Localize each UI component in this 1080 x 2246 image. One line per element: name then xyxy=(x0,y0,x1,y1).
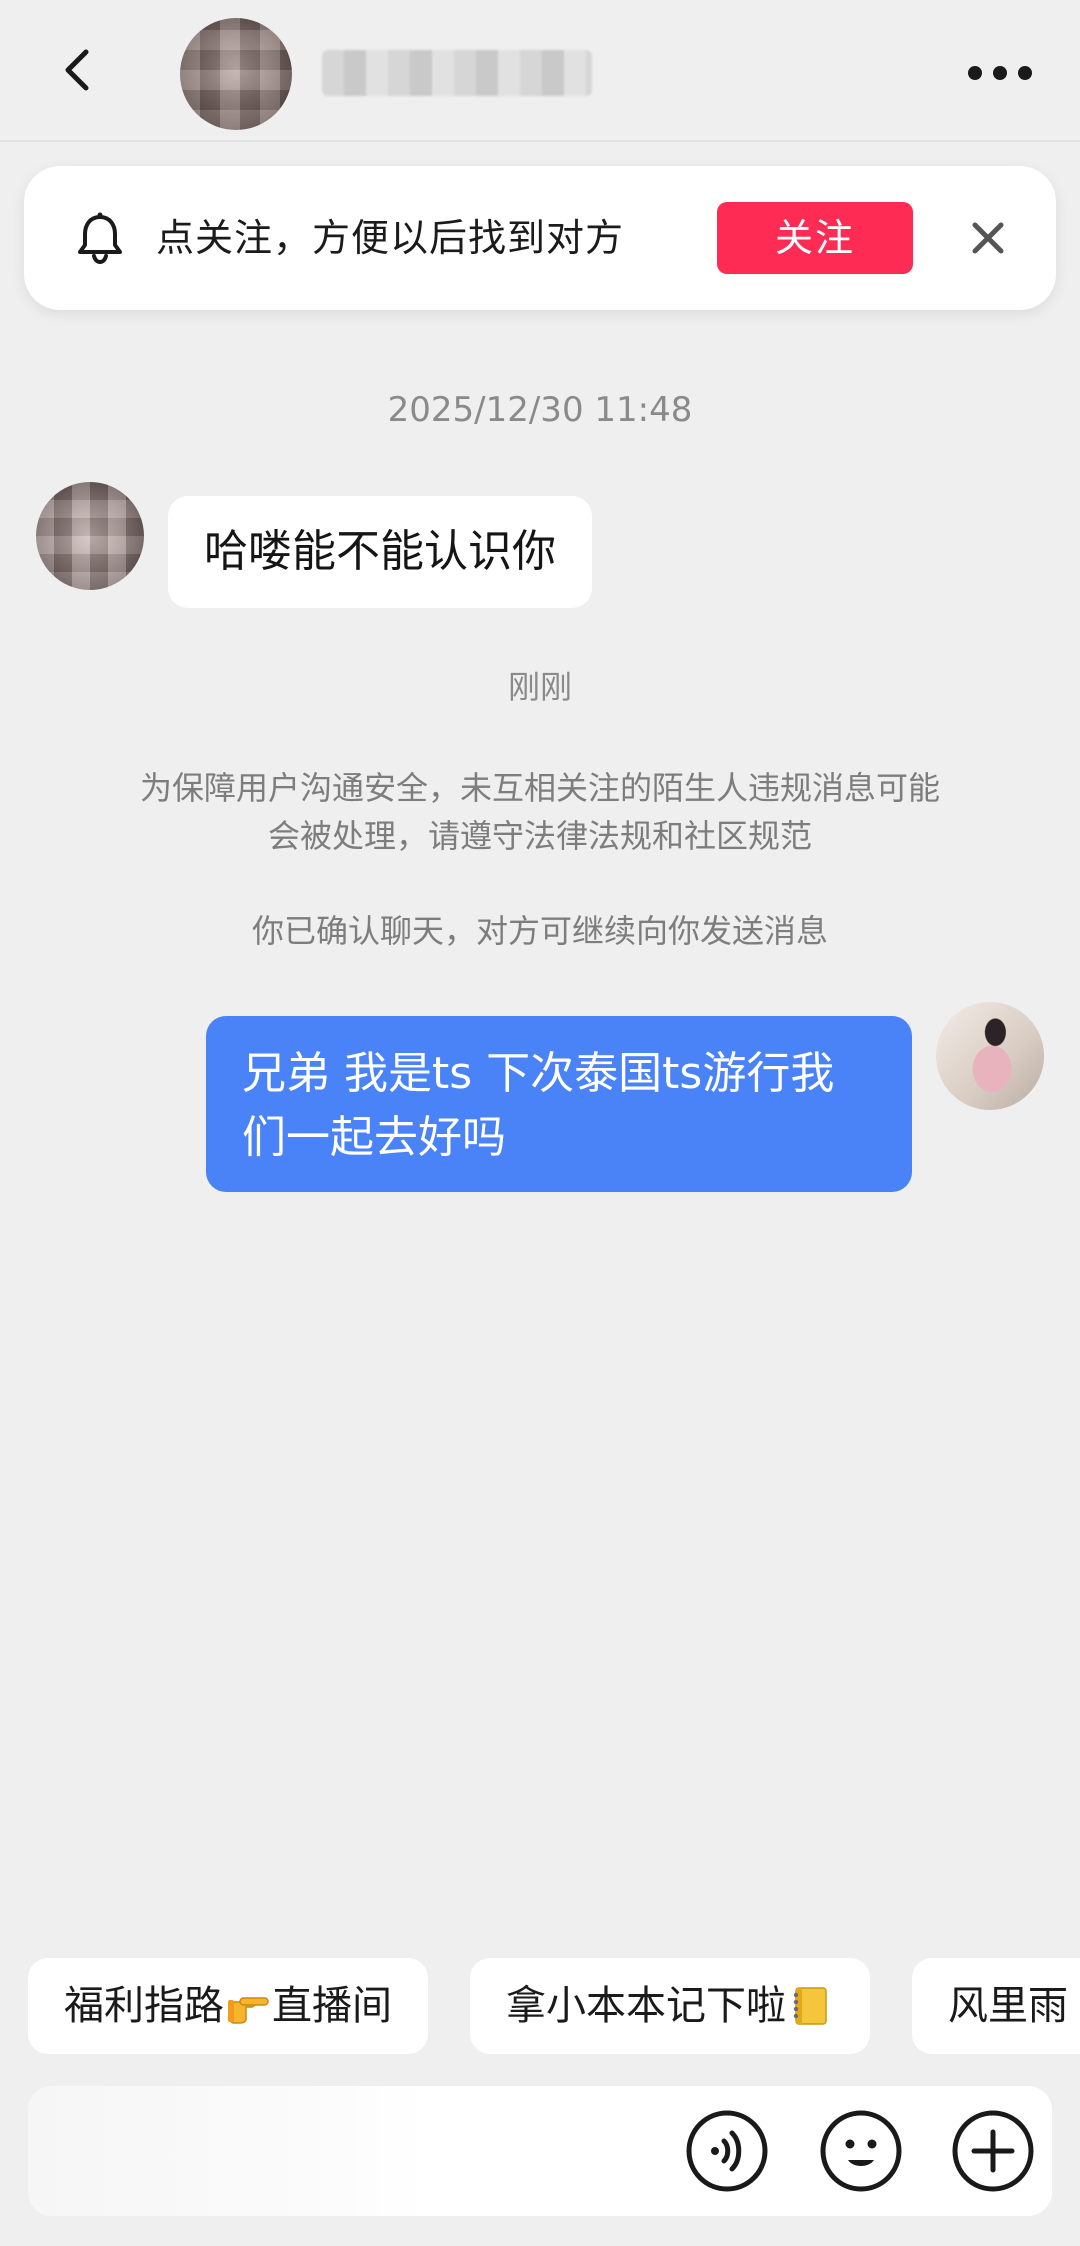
message-input-bar[interactable] xyxy=(28,2086,1052,2216)
quick-reply-chip[interactable]: 风里雨 xyxy=(912,1958,1080,2054)
follow-prompt-text: 点关注，方便以后找到对方 xyxy=(156,216,625,260)
quick-reply-text: 福利指路 xyxy=(64,1983,224,2029)
my-avatar[interactable] xyxy=(936,1002,1044,1110)
quick-reply-chip[interactable]: 拿小本本记下啦 xyxy=(470,1958,870,2054)
bell-icon xyxy=(78,212,122,265)
follow-banner: 点关注，方便以后找到对方 关注 xyxy=(24,166,1056,310)
notebook-emoji xyxy=(793,1987,827,2025)
follow-button[interactable]: 关注 xyxy=(717,202,913,274)
chat-confirmed-notice: 你已确认聊天，对方可继续向你发送消息 xyxy=(251,912,828,950)
plus-icon[interactable] xyxy=(950,2108,1036,2194)
quick-reply-text: 直播间 xyxy=(272,1983,392,2029)
close-icon xyxy=(972,222,1004,254)
contact-name-blurred[interactable] xyxy=(322,50,592,96)
contact-avatar[interactable] xyxy=(180,18,292,130)
voice-icon[interactable] xyxy=(684,2108,770,2194)
back-button[interactable] xyxy=(48,40,108,100)
more-options-button[interactable] xyxy=(960,48,1040,98)
outgoing-message-bubble[interactable]: 兄弟 我是ts 下次泰国ts游行我们一起去好吗 xyxy=(206,1016,912,1192)
chevron-left-icon xyxy=(65,49,89,91)
pointing-hand-emoji xyxy=(228,1997,269,2024)
top-bar xyxy=(0,0,1080,142)
sender-avatar[interactable] xyxy=(36,482,144,590)
chat-screen: 点关注，方便以后找到对方 关注 2025/12/30 11:48 哈喽能不能认识… xyxy=(0,0,1080,2246)
safety-notice: 为保障用户沟通安全，未互相关注的陌生人违规消息可能会被处理，请遵守法律法规和社区… xyxy=(139,769,940,855)
incoming-message-bubble[interactable]: 哈喽能不能认识你 xyxy=(168,496,592,608)
message-input-field[interactable] xyxy=(28,2086,428,2216)
quick-reply-chip[interactable]: 福利指路 直播间 xyxy=(28,1958,428,2054)
ellipsis-icon xyxy=(968,66,1032,80)
emoji-face-icon[interactable] xyxy=(818,2108,904,2194)
quick-reply-text: 风里雨 xyxy=(948,1983,1068,2029)
close-banner-button[interactable] xyxy=(960,210,1016,266)
message-timestamp: 2025/12/30 11:48 xyxy=(387,390,693,430)
quick-reply-text: 拿小本本记下啦 xyxy=(506,1983,786,2029)
relative-time-label: 刚刚 xyxy=(507,668,572,706)
